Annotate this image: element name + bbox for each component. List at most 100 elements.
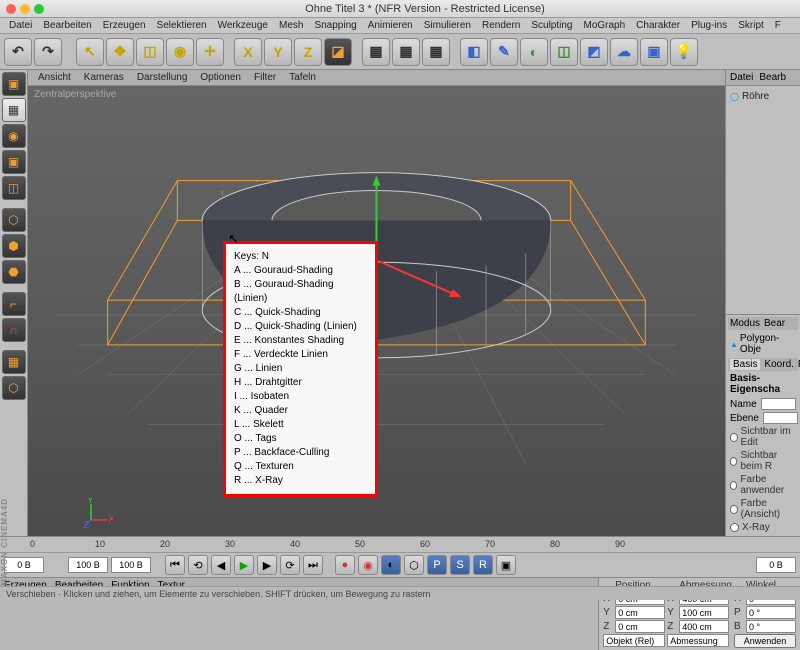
render-view[interactable]: ▦ [362,38,390,66]
menu-datei[interactable]: Datei [4,19,37,32]
menu-mograph[interactable]: MoGraph [578,19,630,32]
goto-end[interactable]: ⏭ [303,555,323,575]
next-key[interactable]: ⟳ [280,555,300,575]
attr-tab-modus[interactable]: Modus [730,318,760,329]
time-ruler[interactable]: 0102030405060708090 [0,537,800,553]
menu-skript[interactable]: Skript [733,19,769,32]
check-x-ray[interactable]: X-Ray [728,521,798,534]
tab-datei[interactable]: Datei [730,72,753,83]
menu-charakter[interactable]: Charakter [631,19,685,32]
key-opt1[interactable]: ⬡ [404,555,424,575]
attr-tab-basis[interactable]: Basis [730,359,760,370]
record[interactable]: ● [335,555,355,575]
ang-b[interactable] [746,620,796,633]
ebene-input[interactable] [763,412,798,424]
nurbs-tool[interactable]: ◐ [520,38,548,66]
play-button[interactable]: ▶ [234,555,254,575]
generator[interactable]: ◫ [550,38,578,66]
vmenu-darstellung[interactable]: Darstellung [131,71,194,84]
check-farbe-anwender[interactable]: Farbe anwender [728,473,798,497]
menu-simulieren[interactable]: Simulieren [419,19,476,32]
menu-f[interactable]: F [770,19,786,32]
frame-r[interactable]: 0 B [756,557,796,573]
texture-mode[interactable]: ▣ [2,150,26,174]
vmenu-optionen[interactable]: Optionen [194,71,247,84]
menu-bearbeiten[interactable]: Bearbeiten [38,19,96,32]
autokey[interactable]: ◉ [358,555,378,575]
menu-mesh[interactable]: Mesh [274,19,308,32]
env-tool[interactable]: ☁ [610,38,638,66]
coord-mode[interactable] [603,634,665,647]
poly-mode[interactable]: ⬣ [2,260,26,284]
prev-frame[interactable]: ◀ [211,555,231,575]
scale-tool[interactable]: ◫ [136,38,164,66]
coord-sys[interactable]: ◪ [324,38,352,66]
select-tool[interactable]: ↖ [76,38,104,66]
check-farbe-(ansicht)[interactable]: Farbe (Ansicht) [728,497,798,521]
attr-tab-bear[interactable]: Bear [764,318,785,329]
goto-start[interactable]: ⏮ [165,555,185,575]
menu-animieren[interactable]: Animieren [363,19,418,32]
rotate-tool[interactable]: ◉ [166,38,194,66]
prev-key[interactable]: ⟲ [188,555,208,575]
prim-tool2[interactable]: ✎ [490,38,518,66]
vmenu-filter[interactable]: Filter [248,71,282,84]
extra1[interactable]: ▦ [2,350,26,374]
minimize-window[interactable] [20,4,30,14]
key-pla[interactable]: ▣ [496,555,516,575]
key-sel[interactable]: ◐ [381,555,401,575]
menu-snapping[interactable]: Snapping [309,19,361,32]
render-region[interactable]: ▦ [392,38,420,66]
axis-y[interactable]: Y [264,38,292,66]
edge-mode[interactable]: ⬢ [2,234,26,258]
dim-z[interactable] [679,620,729,633]
make-editable[interactable]: ▣ [2,72,26,96]
axis-z[interactable]: Z [294,38,322,66]
dim-mode[interactable] [667,634,729,647]
undo-button[interactable]: ↶ [4,38,32,66]
axis-mode[interactable]: ⌐ [2,292,26,316]
key-pos[interactable]: P [427,555,447,575]
object-mode[interactable]: ◉ [2,124,26,148]
point-mode[interactable]: ⬡ [2,208,26,232]
zoom-window[interactable] [34,4,44,14]
menu-selektieren[interactable]: Selektieren [152,19,212,32]
menu-erzeugen[interactable]: Erzeugen [98,19,151,32]
render-settings[interactable]: ▦ [422,38,450,66]
frame-cur[interactable]: 100 B [111,557,151,573]
prim-cube[interactable]: ◧ [460,38,488,66]
misc-tool[interactable]: ✛ [196,38,224,66]
vmenu-kameras[interactable]: Kameras [78,71,130,84]
pos-y[interactable] [615,606,665,619]
pos-z[interactable] [615,620,665,633]
menu-rendern[interactable]: Rendern [477,19,525,32]
menu-sculpting[interactable]: Sculpting [526,19,577,32]
check-sichtbar-im-edit[interactable]: Sichtbar im Edit [728,425,798,449]
cam-tool[interactable]: ▣ [640,38,668,66]
model-mode[interactable]: ▦ [2,98,26,122]
redo-button[interactable]: ↷ [34,38,62,66]
snap-toggle[interactable]: ∩ [2,318,26,342]
dim-y[interactable] [679,606,729,619]
axis-x[interactable]: X [234,38,262,66]
key-rot[interactable]: R [473,555,493,575]
vmenu-ansicht[interactable]: Ansicht [32,71,77,84]
check-sichtbar-beim-r[interactable]: Sichtbar beim R [728,449,798,473]
attr-tab-koord[interactable]: Koord. [764,359,793,370]
vmenu-tafeln[interactable]: Tafeln [283,71,322,84]
light-tool[interactable]: 💡 [670,38,698,66]
object-tree[interactable]: ◯Röhre [726,86,800,107]
menu-werkzeuge[interactable]: Werkzeuge [213,19,273,32]
deformer[interactable]: ◩ [580,38,608,66]
extra2[interactable]: ⬡ [2,376,26,400]
close-window[interactable] [6,4,16,14]
move-tool[interactable]: ✥ [106,38,134,66]
name-input[interactable] [761,398,796,410]
ang-p[interactable] [746,606,796,619]
frame-end[interactable]: 100 B [68,557,108,573]
key-scale[interactable]: S [450,555,470,575]
menu-plug-ins[interactable]: Plug-ins [686,19,732,32]
next-frame[interactable]: ▶ [257,555,277,575]
tab-bearb[interactable]: Bearb [759,72,786,83]
tree-item-rohre[interactable]: Röhre [742,91,769,102]
